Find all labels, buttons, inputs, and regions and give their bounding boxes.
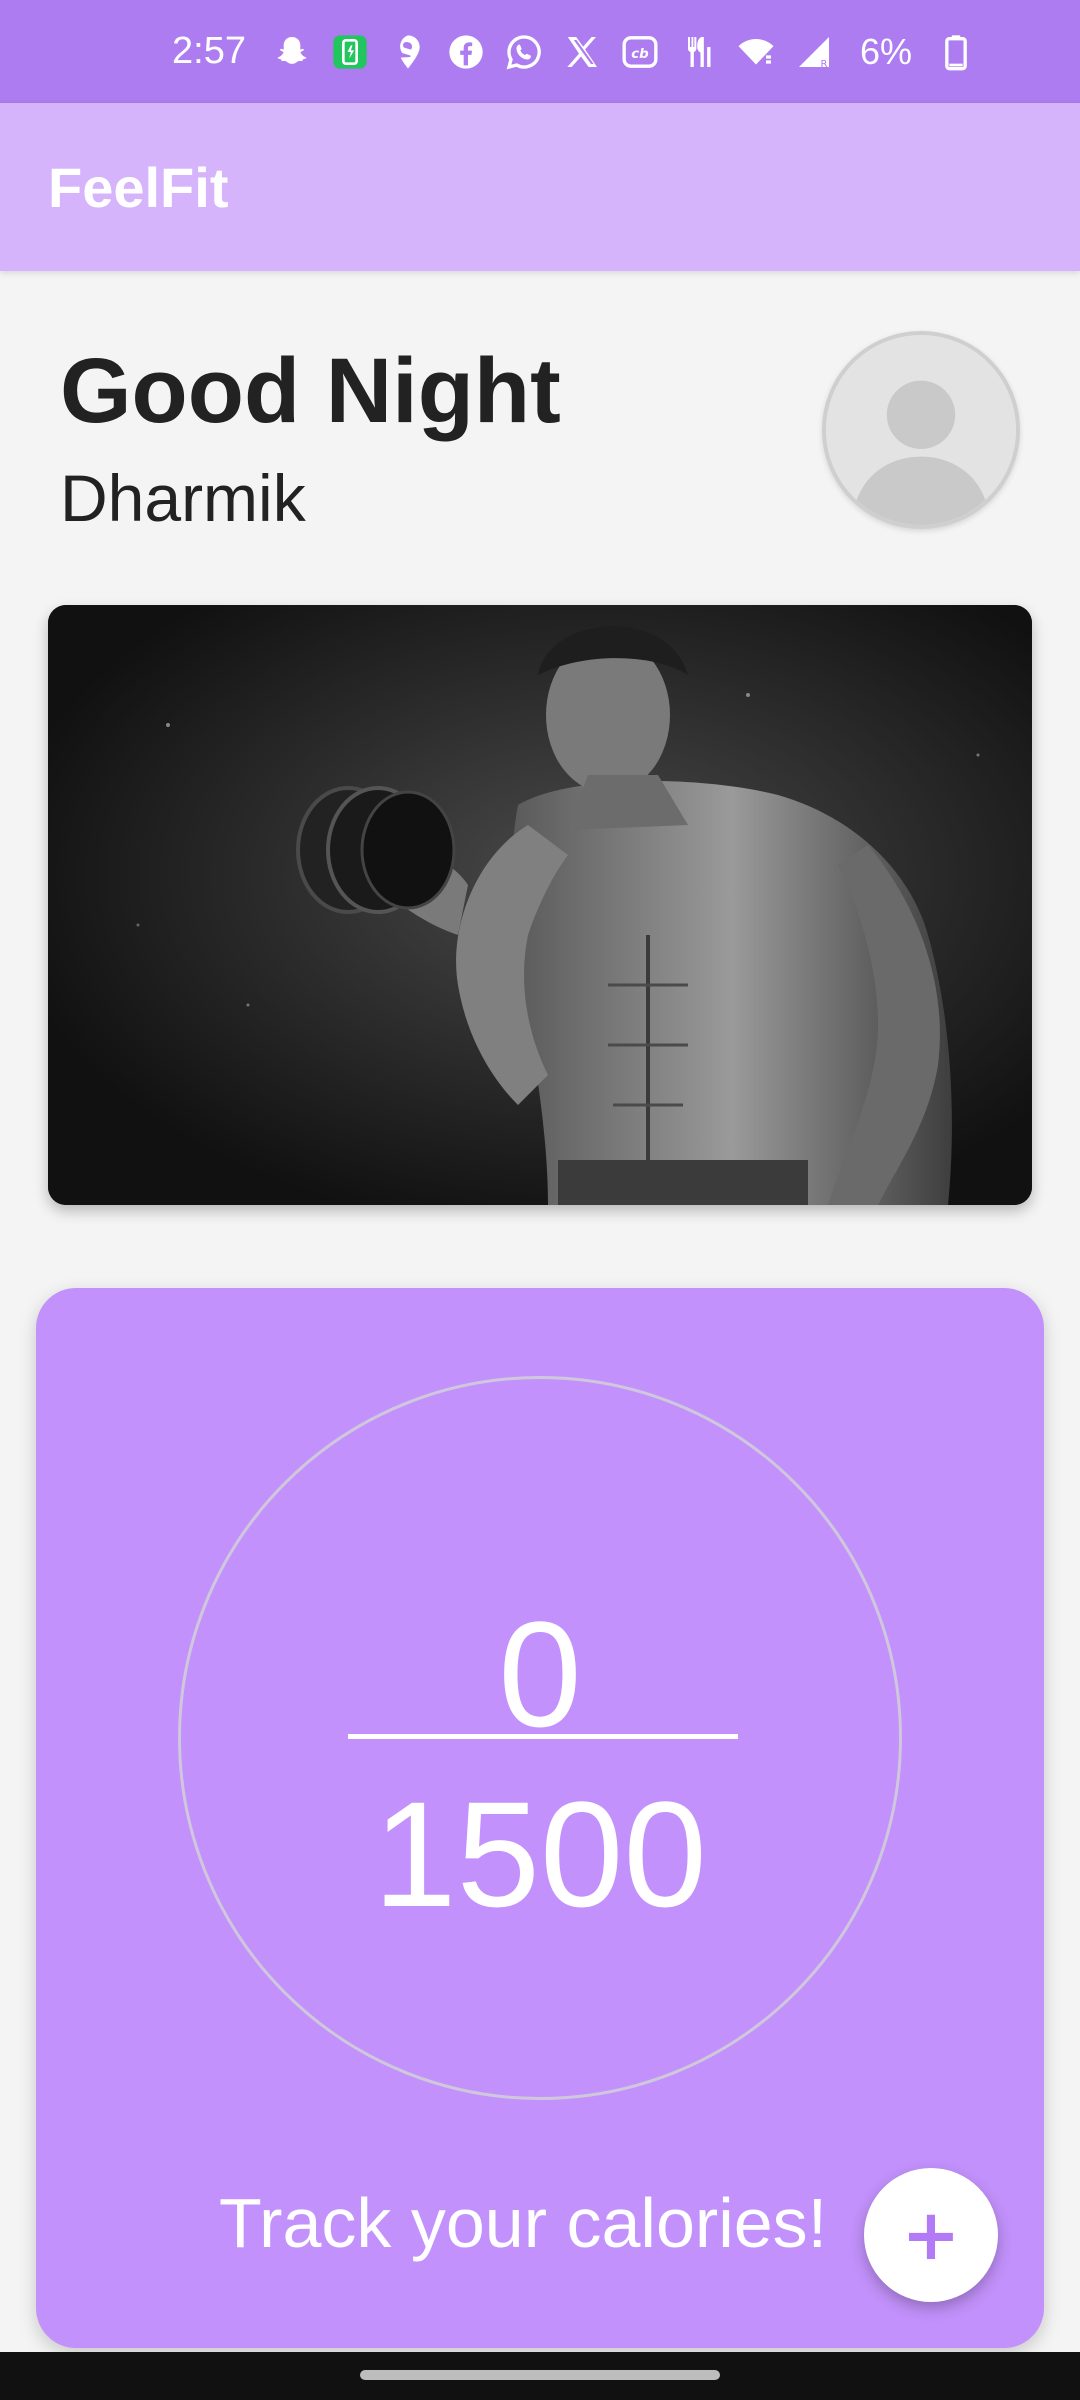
swiggy-icon — [386, 30, 430, 74]
battery-percent: 6% — [859, 30, 912, 72]
svg-text:cb: cb — [631, 46, 649, 61]
status-bar: 2:57 cb R 6% — [0, 0, 1080, 103]
battery-saver-icon — [328, 30, 372, 74]
status-icons: cb R 6% — [270, 30, 978, 74]
x-icon — [560, 30, 604, 74]
cricbuzz-icon: cb — [618, 30, 662, 74]
greeting-title: Good Night — [60, 340, 561, 442]
facebook-icon — [444, 30, 488, 74]
wifi-icon — [734, 30, 778, 74]
whatsapp-icon — [502, 30, 546, 74]
signal-icon: R — [792, 30, 836, 74]
avatar[interactable] — [822, 331, 1020, 529]
gesture-handle[interactable] — [360, 2370, 720, 2380]
navigation-bar — [0, 2352, 1080, 2400]
calorie-ring: 0 1500 — [178, 1376, 902, 2100]
hero-image — [48, 605, 1032, 1205]
plus-icon: + — [901, 2194, 961, 2276]
calories-goal: 1500 — [373, 1770, 707, 1938]
bodybuilder-image — [48, 605, 1032, 1205]
svg-text:R: R — [820, 59, 827, 70]
app-bar: FeelFit — [0, 103, 1080, 271]
user-name: Dharmik — [60, 461, 306, 535]
calories-consumed: 0 — [498, 1590, 582, 1758]
calorie-card: 0 1500 Track your calories! + — [36, 1288, 1044, 2348]
snapchat-icon — [270, 30, 314, 74]
person-icon — [826, 335, 1016, 525]
battery-icon — [934, 30, 978, 74]
greeting: Good Night Dharmik — [60, 345, 561, 531]
status-time: 2:57 — [172, 30, 246, 72]
app-title: FeelFit — [48, 155, 229, 219]
zomato-icon — [676, 30, 720, 74]
calorie-divider — [348, 1734, 738, 1739]
add-calories-button[interactable]: + — [864, 2168, 998, 2302]
track-calories-label: Track your calories! — [219, 2184, 828, 2262]
